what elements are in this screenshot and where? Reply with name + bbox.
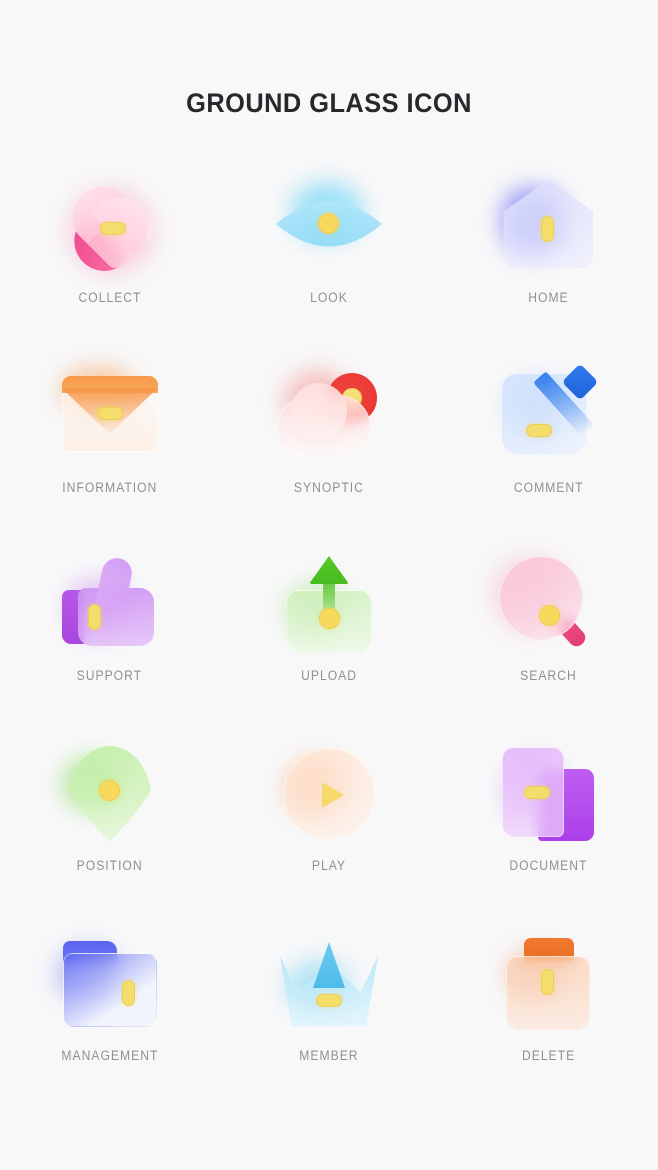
- eye-pupil: [317, 213, 339, 234]
- accent-pill: [87, 604, 101, 630]
- icon-cell-look[interactable]: LOOK: [219, 172, 438, 362]
- icon-cell-member[interactable]: MEMBER: [219, 932, 438, 1122]
- icon-label: INFORMATION: [62, 480, 158, 495]
- icon-label: DOCUMENT: [509, 858, 588, 873]
- icon-label: POSITION: [76, 858, 143, 873]
- icon-cell-support[interactable]: SUPPORT: [0, 552, 219, 742]
- icon-label: PLAY: [311, 858, 347, 873]
- accent-pill: [524, 786, 551, 799]
- heart-icon[interactable]: [50, 172, 170, 284]
- icon-label: SEARCH: [520, 668, 577, 683]
- eye-icon[interactable]: [269, 172, 389, 276]
- icon-label: COMMENT: [513, 480, 584, 495]
- sun-cloud-shape: [276, 371, 381, 457]
- accent-pill: [96, 407, 123, 420]
- house-door: [541, 216, 555, 242]
- folder-body: [62, 953, 157, 1027]
- icon-label: MEMBER: [299, 1048, 359, 1063]
- icon-cell-comment[interactable]: COMMENT: [439, 362, 658, 552]
- icon-cell-position[interactable]: POSITION: [0, 742, 219, 932]
- envelope-icon[interactable]: [50, 362, 170, 466]
- icon-cell-search[interactable]: SEARCH: [439, 552, 658, 742]
- trash-can-icon[interactable]: [488, 932, 608, 1036]
- icon-label: HOME: [528, 290, 569, 305]
- accent-dot: [318, 608, 340, 629]
- accent-pill: [526, 424, 553, 437]
- icon-label: SUPPORT: [76, 668, 143, 683]
- folder-shape: [62, 941, 157, 1027]
- crown-icon[interactable]: [269, 932, 389, 1036]
- upload-shape: [282, 556, 376, 652]
- icon-label: MANAGEMENT: [61, 1048, 159, 1063]
- icon-cell-delete[interactable]: DELETE: [439, 932, 658, 1122]
- cloud-puff: [290, 383, 347, 439]
- comment-shape: [501, 363, 599, 461]
- icon-cell-information[interactable]: INFORMATION: [0, 362, 219, 552]
- icon-label: UPLOAD: [301, 668, 357, 683]
- pin-center: [98, 780, 120, 801]
- icon-cell-home[interactable]: HOME: [439, 172, 658, 362]
- play-circle-icon[interactable]: [269, 742, 389, 846]
- upload-arrow-icon[interactable]: [269, 552, 389, 656]
- folder-icon[interactable]: [50, 932, 170, 1036]
- documents-icon[interactable]: [488, 742, 608, 846]
- icon-cell-play[interactable]: PLAY: [219, 742, 438, 932]
- icon-label: SYNOPTIC: [293, 480, 364, 495]
- magnifier-shape: [499, 556, 597, 652]
- icon-cell-synoptic[interactable]: SYNOPTIC: [219, 362, 438, 552]
- accent-pill: [541, 969, 555, 995]
- icon-label: LOOK: [310, 290, 348, 305]
- accent-pill: [121, 980, 135, 1006]
- icon-grid: COLLECT LOOK HOME INFORMATION SYNOPTIC C…: [0, 172, 658, 1122]
- icon-cell-collect[interactable]: COLLECT: [0, 172, 219, 362]
- pencil-card-icon[interactable]: [488, 362, 608, 466]
- map-pin-icon[interactable]: [50, 742, 170, 846]
- thumb-shape: [61, 555, 158, 650]
- play-triangle: [321, 782, 344, 808]
- arrow-head: [308, 556, 349, 584]
- thumbs-up-icon[interactable]: [50, 552, 170, 656]
- magnifier-icon[interactable]: [488, 552, 608, 656]
- magnifier-lens: [499, 556, 584, 640]
- house-icon[interactable]: [488, 172, 608, 276]
- weather-sun-cloud-icon[interactable]: [269, 362, 389, 466]
- crown-peak: [312, 942, 345, 988]
- icon-cell-management[interactable]: MANAGEMENT: [0, 932, 219, 1122]
- accent-pill: [315, 994, 342, 1007]
- icon-label: DELETE: [521, 1048, 575, 1063]
- page-title: GROUND GLASS ICON: [186, 88, 472, 118]
- icon-cell-document[interactable]: DOCUMENT: [439, 742, 658, 932]
- play-circle: [282, 748, 375, 840]
- accent-pill: [99, 222, 126, 235]
- icon-label: COLLECT: [78, 290, 142, 305]
- icon-showcase-page: GROUND GLASS ICON COLLECT LOOK HOME INFO…: [0, 0, 658, 1170]
- icon-cell-upload[interactable]: UPLOAD: [219, 552, 438, 742]
- crown-shape: [279, 942, 378, 1026]
